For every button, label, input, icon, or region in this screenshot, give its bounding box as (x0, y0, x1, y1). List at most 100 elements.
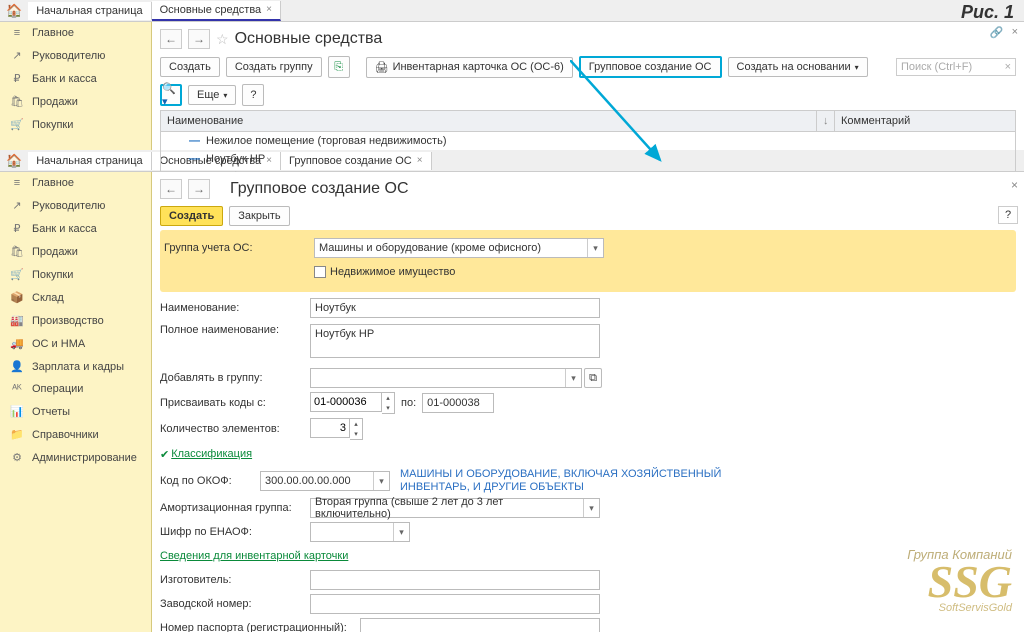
sort-icon[interactable]: ↓ (817, 111, 835, 131)
menu-icon: ⚙ (10, 451, 24, 464)
menu-icon: 👤 (10, 360, 24, 373)
sidebar-1: ≡Главное↗Руководителю₽Банк и касса🛍Прода… (0, 22, 152, 150)
tab-home-2[interactable]: Начальная страница (28, 152, 151, 170)
create-button[interactable]: Создать (160, 206, 223, 226)
menu-icon: 🏭 (10, 314, 24, 327)
sidebar-item[interactable]: ↗Руководителю (0, 194, 151, 217)
menu-icon: 🛒 (10, 268, 24, 281)
sidebar-item[interactable]: ⚙Администрирование (0, 446, 151, 469)
page-title: Основные средства (235, 30, 383, 48)
sidebar-item[interactable]: 🛒Покупки (0, 113, 151, 136)
create-button[interactable]: Создать (160, 57, 220, 77)
menu-icon: ≡ (10, 177, 24, 189)
menu-icon: ≡ (10, 27, 24, 39)
create-based-button[interactable]: Создать на основании▾ (728, 57, 868, 77)
sidebar-item[interactable]: 🛍Продажи (0, 240, 151, 263)
print-icon: 🖨 (375, 61, 389, 74)
group-select[interactable]: Машины и оборудование (кроме офисного)▾ (314, 238, 604, 258)
open-icon[interactable]: ⧉ (584, 368, 602, 388)
menu-icon: ₽ (10, 222, 24, 235)
realestate-checkbox[interactable] (314, 266, 326, 278)
passport-input[interactable] (360, 618, 600, 632)
home-icon[interactable]: 🏠 (0, 153, 28, 169)
menu-icon: ᴬᴷ (10, 383, 24, 395)
sidebar-item[interactable]: ₽Банк и касса (0, 217, 151, 240)
sidebar-item[interactable]: 📁Справочники (0, 423, 151, 446)
lbl-enaof: Шифр по ЕНАОФ: (160, 526, 310, 538)
lbl-addgroup: Добавлять в группу: (160, 372, 310, 384)
okof-input[interactable]: 300.00.00.00.000▾ (260, 471, 390, 491)
tab-assets[interactable]: Основные средства× (152, 1, 281, 21)
lbl-group: Группа учета ОС: (164, 242, 314, 254)
chevron-down-icon[interactable]: ▾ (587, 239, 603, 257)
nav-fwd[interactable]: → (188, 179, 210, 199)
addgroup-select[interactable]: ▾ (310, 368, 582, 388)
bulk-create-button[interactable]: Групповое создание ОС (579, 56, 722, 78)
sidebar-item[interactable]: ≡Главное (0, 172, 151, 194)
factory-input[interactable] (310, 594, 600, 614)
count-input[interactable]: ▴▾ (310, 418, 363, 440)
menu-icon: ₽ (10, 72, 24, 85)
figure-label: Рис. 1 (961, 2, 1014, 23)
okof-desc-2[interactable]: ИНВЕНТАРЬ, И ДРУГИЕ ОБЪЕКТЫ (400, 481, 721, 494)
close-icon[interactable]: × (266, 4, 272, 15)
menu-icon: 🛍 (10, 245, 24, 258)
page-title: Групповое создание ОС (230, 180, 409, 198)
copy-icon[interactable]: ⎘ (328, 56, 350, 78)
lbl-passport: Номер паспорта (регистрационный): (160, 622, 360, 632)
okof-desc-1[interactable]: МАШИНЫ И ОБОРУДОВАНИЕ, ВКЛЮЧАЯ ХОЗЯЙСТВЕ… (400, 468, 721, 481)
nav-back[interactable]: ← (160, 29, 182, 49)
col-name[interactable]: Наименование (161, 111, 817, 131)
sidebar-item[interactable]: 📊Отчеты (0, 400, 151, 423)
lbl-codes: Присваивать коды с: (160, 397, 310, 409)
sidebar-item[interactable]: 📦Склад (0, 286, 151, 309)
name-input[interactable]: Ноутбук (310, 298, 600, 318)
sidebar-item[interactable]: 🚚ОС и НМА (0, 332, 151, 355)
sidebar-item[interactable]: 🏭Производство (0, 309, 151, 332)
classification-link[interactable]: Классификация (171, 448, 252, 460)
create-group-button[interactable]: Создать группу (226, 57, 322, 77)
sidebar-item[interactable]: ₽Банк и касса (0, 67, 151, 90)
grid-header: Наименование ↓ Комментарий (160, 110, 1016, 132)
sidebar-item[interactable]: ≡Главное (0, 22, 151, 44)
lbl-factory: Заводской номер: (160, 598, 310, 610)
tab-home[interactable]: Начальная страница (28, 2, 151, 20)
highlight-band: Группа учета ОС: Машины и оборудование (… (160, 230, 1016, 292)
code-to-input[interactable]: 01-000038 (422, 393, 494, 413)
menu-icon: 🚚 (10, 337, 24, 350)
col-comment[interactable]: Комментарий (835, 111, 1015, 131)
nav-fwd[interactable]: → (188, 29, 210, 49)
nav-back[interactable]: ← (160, 179, 182, 199)
maker-input[interactable] (310, 570, 600, 590)
help-icon[interactable]: ? (242, 84, 264, 106)
clear-icon[interactable]: × (1005, 61, 1011, 73)
lbl-amort: Амортизационная группа: (160, 502, 310, 514)
lbl-count: Количество элементов: (160, 423, 310, 435)
sidebar-item[interactable]: ↗Руководителю (0, 44, 151, 67)
table-row[interactable]: —Ноутбук HP (161, 150, 1015, 168)
sidebar-item[interactable]: 🛒Покупки (0, 263, 151, 286)
inventory-card-button[interactable]: 🖨Инвентарная карточка ОС (ОС-6) (366, 57, 573, 78)
sidebar-item[interactable]: 🛍Продажи (0, 90, 151, 113)
sidebar-item[interactable]: 👤Зарплата и кадры (0, 355, 151, 378)
help-icon[interactable]: ? (998, 206, 1018, 224)
enaof-input[interactable]: ▾ (310, 522, 410, 542)
inventory-details-link[interactable]: Сведения для инвентарной карточки (160, 550, 348, 562)
close-icon[interactable]: × (1012, 26, 1018, 39)
star-icon[interactable]: ☆ (216, 31, 229, 48)
amort-select[interactable]: Вторая группа (свыше 2 лет до 3 лет вклю… (310, 498, 600, 518)
table-row[interactable]: —Нежилое помещение (торговая недвижимост… (161, 132, 1015, 150)
content-1: 🔗 × ← → ☆ Основные средства Создать Созд… (152, 22, 1024, 150)
fullname-input[interactable]: Ноутбук HP (310, 324, 600, 358)
search-icon[interactable]: 🔍▾ (160, 84, 182, 106)
home-icon[interactable]: 🏠 (0, 3, 28, 19)
menu-icon: ↗ (10, 49, 24, 62)
code-from-input[interactable]: ▴▾ (310, 392, 395, 414)
close-button[interactable]: Закрыть (229, 206, 289, 226)
sidebar-item[interactable]: ᴬᴷОперации (0, 378, 151, 400)
close-icon[interactable]: × (1011, 178, 1018, 192)
search-input[interactable]: Поиск (Ctrl+F)× (896, 58, 1016, 76)
content-2: × ? ← → Групповое создание ОС Создать За… (152, 172, 1024, 632)
more-button[interactable]: Еще▾ (188, 85, 236, 105)
link-icon[interactable]: 🔗 (990, 26, 1004, 39)
